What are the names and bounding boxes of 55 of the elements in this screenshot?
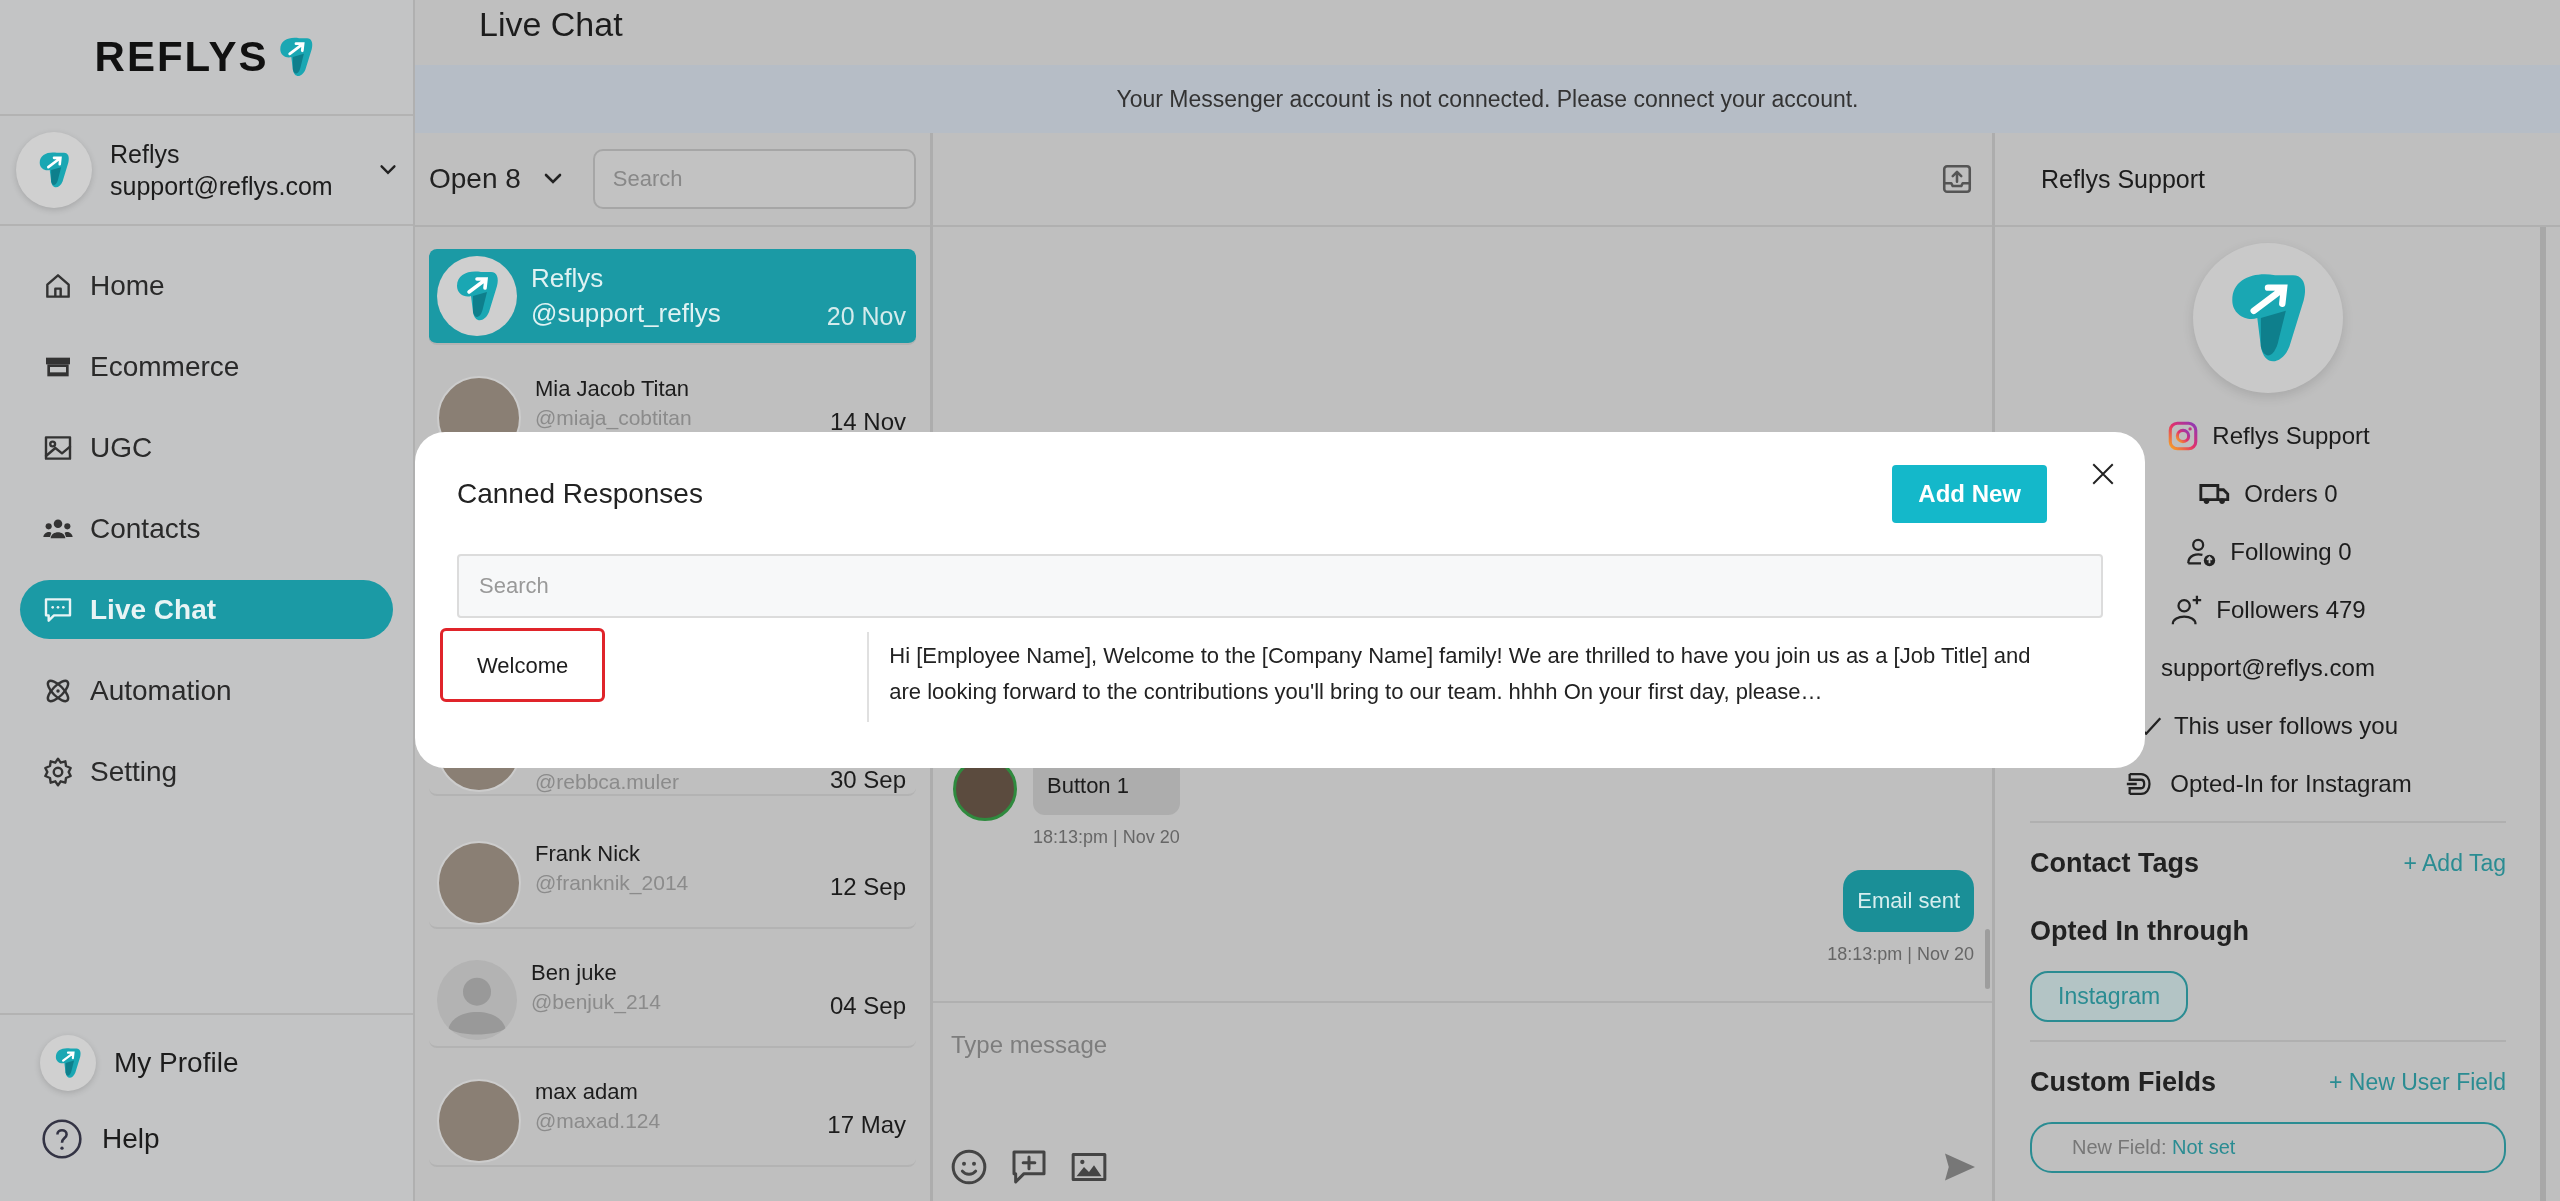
page-title: Live Chat (478, 4, 624, 45)
message-time: 18:13:pm | Nov 20 (1827, 944, 1974, 965)
section-title: Opted In through (2030, 915, 2249, 947)
response-text: Hi [Employee Name], Welcome to the [Company Name] family! We are thrilled to have you join us as a [Job Title] and are looking forward to the contributions you'll bring to our team. hhhh On your first day, please… (867, 632, 2043, 722)
emoji-icon[interactable] (949, 1147, 989, 1187)
message-input[interactable]: Type message (949, 1029, 1978, 1147)
avatar-silhouette-icon (437, 958, 517, 1042)
help-icon (40, 1117, 84, 1161)
notice-banner: Your Messenger account is not connected. Please connect your account. (415, 65, 2560, 133)
contact-stat: Orders 0 (2244, 480, 2338, 508)
nav-item[interactable]: Home (20, 256, 393, 315)
account-email: support@reflys.com (110, 171, 334, 202)
contact-handle: @support_reflys (531, 298, 722, 329)
brand-wordmark: REFLYS (94, 33, 269, 81)
conversation-date: 12 Sep (829, 873, 906, 901)
channel-tag: Instagram (2030, 971, 2189, 1022)
conversation-date: 20 Nov (826, 302, 906, 331)
contact-stat: support@reflys.com (2161, 654, 2375, 682)
contact-name: Ben juke (531, 960, 618, 986)
conversation-date: 04 Sep (829, 992, 906, 1020)
custom-field-text: New Field: Not set (2072, 1136, 2236, 1158)
account-name: Reflys (110, 138, 181, 170)
nav-item[interactable]: Setting (20, 742, 393, 801)
conversation-date: 14 Nov (829, 408, 906, 436)
contact-stat: This user follows you (2173, 712, 2399, 740)
status-filter-dropdown[interactable]: Open 8 (429, 163, 565, 195)
message-time: 18:13:pm | Nov 20 (1033, 827, 1180, 848)
sidebar-link[interactable]: Help (40, 1117, 373, 1161)
nav-item[interactable]: Automation (20, 661, 393, 720)
upload-tray-icon[interactable] (1940, 162, 1974, 196)
contact-name: Frank Nick (535, 841, 642, 867)
contact-name: Mia Jacob Titan (535, 376, 691, 402)
dialog-title: Canned Responses (457, 478, 703, 510)
section-title: Custom Fields (2030, 1066, 2217, 1098)
nav-item[interactable]: Ecommerce (20, 337, 393, 396)
search-field[interactable]: Search (592, 149, 916, 209)
contact-name: Reflys (531, 263, 605, 294)
nav-item[interactable]: Contacts (20, 499, 393, 558)
contact-stat: Reflys Support (2212, 422, 2370, 450)
settings-icon (42, 755, 74, 788)
nav-item[interactable]: UGC (20, 418, 393, 477)
response-name[interactable]: Welcome (440, 628, 606, 702)
scrollbar[interactable] (1985, 929, 1990, 989)
contact-stat: Followers 479 (2216, 596, 2366, 624)
account-switcher[interactable]: Reflys support@reflys.com (0, 116, 413, 226)
sidebar-link[interactable]: My Profile (40, 1035, 373, 1091)
message-bubble: Email sent (1843, 870, 1974, 932)
panel-title: Reflys Support (1995, 133, 2560, 227)
close-icon[interactable] (2090, 461, 2116, 487)
conversation-date: 17 May (827, 1111, 906, 1139)
contact-stat: Opted-In for Instagram (2170, 770, 2412, 798)
conversation-date: 30 Sep (829, 768, 906, 792)
section-title: Contact Tags (2030, 847, 2199, 879)
contact-name: max adam (535, 1079, 639, 1105)
contact-stat: Following 0 (2230, 538, 2352, 566)
